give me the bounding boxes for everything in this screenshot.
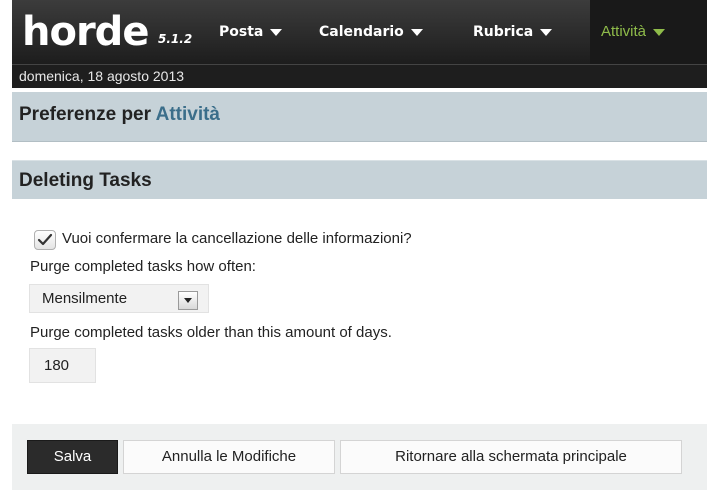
chevron-down-icon <box>410 28 423 36</box>
menu-rubrica[interactable]: Rubrica <box>473 18 553 46</box>
chevron-down-icon <box>270 28 283 36</box>
preferences-header: Preferenze per Attività <box>12 92 707 142</box>
save-button[interactable]: Salva <box>27 440 118 474</box>
confirm-delete-checkbox[interactable] <box>34 230 56 250</box>
date-bar: domenica, 18 agosto 2013 <box>12 64 707 88</box>
current-date: domenica, 18 agosto 2013 <box>19 68 185 84</box>
section-title: Deleting Tasks <box>19 170 152 191</box>
version-label: 5.1.2 <box>158 32 193 46</box>
menu-rubrica-label: Rubrica <box>473 24 534 40</box>
return-main-button[interactable]: Ritornare alla schermata principale <box>340 440 682 474</box>
checkmark-icon <box>37 233 53 246</box>
purge-days-input[interactable]: 180 <box>29 348 96 383</box>
menu-attivita-label: Attività <box>601 23 647 40</box>
menu-calendario-label: Calendario <box>319 24 404 40</box>
menu-calendario[interactable]: Calendario <box>319 18 423 46</box>
menu-posta-label: Posta <box>219 24 264 40</box>
button-bar: Salva Annulla le Modifiche Ritornare all… <box>12 424 707 490</box>
menu-attivita[interactable]: Attività <box>601 18 666 46</box>
menu-posta[interactable]: Posta <box>219 18 283 46</box>
horde-logo[interactable]: horde 5.1.2 <box>22 4 192 60</box>
confirm-delete-label: Vuoi confermare la cancellazione delle i… <box>62 230 412 247</box>
page-title-prefix: Preferenze per <box>19 104 152 125</box>
chevron-down-icon <box>540 28 553 36</box>
logo-text: horde <box>22 9 149 55</box>
purge-often-label: Purge completed tasks how often: <box>30 258 256 275</box>
purge-days-label: Purge completed tasks older than this am… <box>30 324 392 341</box>
menu-attivita-active: Attività <box>590 0 707 64</box>
dropdown-arrow-icon[interactable] <box>178 291 198 310</box>
page-title-app: Attività <box>155 104 220 125</box>
page-title: Preferenze per Attività <box>19 104 220 126</box>
section-header: Deleting Tasks <box>12 160 707 199</box>
purge-often-value: Mensilmente <box>42 290 128 307</box>
undo-changes-button[interactable]: Annulla le Modifiche <box>123 440 335 474</box>
purge-often-select[interactable]: Mensilmente <box>29 284 209 313</box>
top-navigation-bar: horde 5.1.2 Posta Calendario Rubrica Att… <box>12 0 707 64</box>
chevron-down-icon <box>653 28 666 36</box>
